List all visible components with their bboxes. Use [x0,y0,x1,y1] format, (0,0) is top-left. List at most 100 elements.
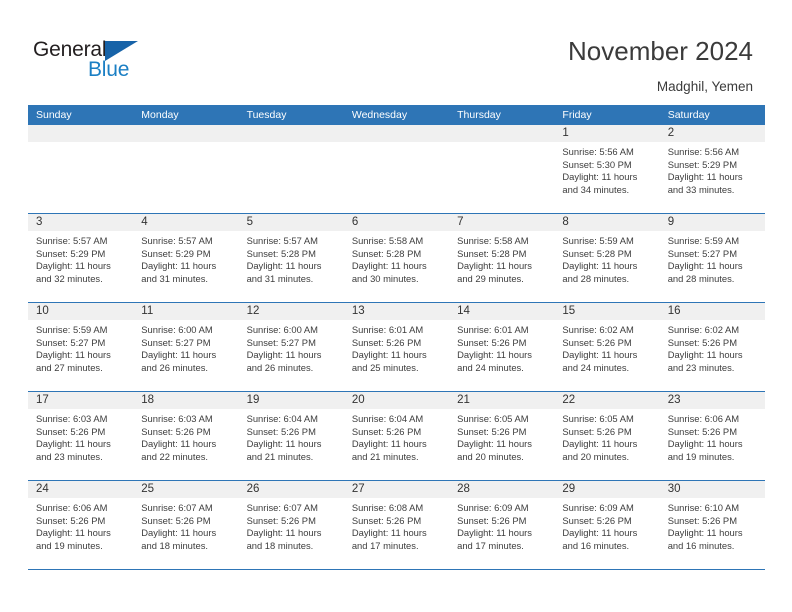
sunrise-text: Sunrise: 6:01 AM [351,324,424,335]
day-number: 19 [246,394,260,406]
sunrise-text: Sunrise: 6:05 AM [562,413,634,424]
weekday-friday: Friday [562,109,592,121]
day-sun-info: Sunrise: 6:09 AM Sunset: 5:26 PM Daylight:… [554,498,659,552]
sunset-text: Sunset: 5:26 PM [667,514,737,526]
sunset-text: Sunset: 5:27 PM [667,247,737,259]
sunrise-text: Sunrise: 6:07 AM [246,502,318,513]
day-number-band: 15 [554,303,660,320]
day-sun-info: Sunrise: 5:57 AM Sunset: 5:29 PM Daylight:… [133,231,238,285]
weekday-monday: Monday [141,109,179,121]
day-number: 9 [667,216,675,228]
day-number: 24 [36,483,49,495]
day-number: 7 [457,216,464,228]
daylight-text: Daylight: 11 hours and 29 minutes. [457,260,532,284]
sunrise-text: Sunrise: 6:04 AM [351,413,424,424]
day-number: 28 [457,483,470,495]
calendar-day-cell-empty [343,125,450,213]
calendar-day-cell[interactable]: 27 Sunrise: 6:08 AM Sunset: 5:26 PM Dayligh… [343,481,450,569]
calendar-day-cell[interactable]: 20 Sunrise: 6:04 AM Sunset: 5:26 PM Dayligh… [343,392,450,480]
calendar-day-cell[interactable]: 19 Sunrise: 6:04 AM Sunset: 5:26 PM Dayligh… [238,392,344,480]
calendar-day-cell[interactable]: 24 Sunrise: 6:06 AM Sunset: 5:26 PM Dayligh… [28,481,134,569]
calendar-day-cell[interactable]: 17 Sunrise: 6:03 AM Sunset: 5:26 PM Dayligh… [28,392,134,480]
day-sun-info: Sunrise: 5:59 AM Sunset: 5:27 PM Daylight:… [28,320,133,374]
calendar-week-row: 24 Sunrise: 6:06 AM Sunset: 5:26 PM Dayligh… [28,481,765,570]
sunset-text: Sunset: 5:26 PM [36,425,106,437]
daylight-text: Daylight: 11 hours and 24 minutes. [562,349,638,373]
calendar-day-cell[interactable]: 21 Sunrise: 6:05 AM Sunset: 5:26 PM Dayligh… [449,392,555,480]
calendar-day-cell[interactable]: 6 Sunrise: 5:58 AM Sunset: 5:28 PM Daylight… [343,214,450,302]
weekday-tuesday: Tuesday [246,109,287,121]
calendar-day-cell[interactable]: 14 Sunrise: 6:01 AM Sunset: 5:26 PM Dayligh… [449,303,555,391]
sunrise-text: Sunrise: 6:00 AM [141,324,213,335]
daylight-text: Daylight: 11 hours and 28 minutes. [562,260,638,284]
calendar-day-cell[interactable]: 12 Sunrise: 6:00 AM Sunset: 5:27 PM Dayligh… [238,303,344,391]
sunset-text: Sunset: 5:29 PM [667,158,737,170]
calendar-day-cell[interactable]: 3 Sunrise: 5:57 AM Sunset: 5:29 PM Daylight… [28,214,134,302]
day-number-band [343,125,450,142]
sunset-text: Sunset: 5:26 PM [457,514,527,526]
sunrise-text: Sunrise: 6:03 AM [36,413,108,424]
day-sun-info: Sunrise: 6:05 AM Sunset: 5:26 PM Daylight:… [449,409,554,463]
sunrise-text: Sunrise: 6:02 AM [562,324,634,335]
sunrise-text: Sunrise: 6:06 AM [667,413,740,424]
day-number-band: 22 [554,392,660,409]
day-number-band: 12 [238,303,344,320]
calendar-weekday-header: Sunday Monday Tuesday Wednesday Thursday… [28,105,765,125]
sunrise-text: Sunrise: 5:57 AM [141,235,213,246]
calendar-day-cell[interactable]: 4 Sunrise: 5:57 AM Sunset: 5:29 PM Daylight… [133,214,239,302]
daylight-text: Daylight: 11 hours and 20 minutes. [562,438,638,462]
daylight-text: Daylight: 11 hours and 17 minutes. [457,527,532,551]
day-number-band: 8 [554,214,660,231]
calendar-day-cell[interactable]: 1 Sunrise: 5:56 AM Sunset: 5:30 PM Daylight… [554,125,660,213]
daylight-text: Daylight: 11 hours and 31 minutes. [246,260,322,284]
calendar-week-row: 3 Sunrise: 5:57 AM Sunset: 5:29 PM Daylight… [28,214,765,303]
calendar-grid: Sunday Monday Tuesday Wednesday Thursday… [28,105,765,570]
sunset-text: Sunset: 5:27 PM [141,336,211,348]
day-number: 15 [562,305,576,317]
calendar-day-cell[interactable]: 30 Sunrise: 6:10 AM Sunset: 5:26 PM Dayligh… [659,481,765,569]
sunrise-text: Sunrise: 5:57 AM [36,235,108,246]
day-number: 5 [246,216,253,228]
daylight-text: Daylight: 11 hours and 26 minutes. [246,349,322,373]
calendar-day-cell[interactable]: 18 Sunrise: 6:03 AM Sunset: 5:26 PM Dayligh… [133,392,239,480]
day-number-band: 26 [238,481,344,498]
day-number-band: 29 [554,481,660,498]
calendar-day-cell[interactable]: 28 Sunrise: 6:09 AM Sunset: 5:26 PM Dayligh… [449,481,555,569]
brand-logo[interactable]: General Blue [33,38,173,84]
calendar-day-cell[interactable]: 23 Sunrise: 6:06 AM Sunset: 5:26 PM Dayligh… [659,392,765,480]
calendar-day-cell[interactable]: 8 Sunrise: 5:59 AM Sunset: 5:28 PM Daylight… [554,214,660,302]
calendar-day-cell[interactable]: 11 Sunrise: 6:00 AM Sunset: 5:27 PM Dayligh… [133,303,239,391]
sunset-text: Sunset: 5:26 PM [246,425,316,437]
calendar-week-row: 17 Sunrise: 6:03 AM Sunset: 5:26 PM Dayligh… [28,392,765,481]
daylight-text: Daylight: 11 hours and 16 minutes. [667,527,743,551]
daylight-text: Daylight: 11 hours and 31 minutes. [141,260,217,284]
day-number-band: 25 [133,481,239,498]
day-number-band: 3 [28,214,134,231]
calendar-day-cell[interactable]: 7 Sunrise: 5:58 AM Sunset: 5:28 PM Daylight… [449,214,555,302]
calendar-day-cell[interactable]: 2 Sunrise: 5:56 AM Sunset: 5:29 PM Daylight… [659,125,765,213]
sunrise-text: Sunrise: 6:07 AM [141,502,213,513]
day-number-band: 5 [238,214,344,231]
sunset-text: Sunset: 5:26 PM [351,425,422,437]
calendar-day-cell[interactable]: 10 Sunrise: 5:59 AM Sunset: 5:27 PM Dayligh… [28,303,134,391]
sunrise-text: Sunrise: 5:59 AM [562,235,634,246]
sunrise-text: Sunrise: 5:57 AM [246,235,318,246]
day-number-band: 17 [28,392,134,409]
calendar-day-cell[interactable]: 26 Sunrise: 6:07 AM Sunset: 5:26 PM Dayligh… [238,481,344,569]
day-sun-info: Sunrise: 6:00 AM Sunset: 5:27 PM Daylight:… [133,320,238,374]
sunset-text: Sunset: 5:27 PM [246,336,316,348]
calendar-day-cell[interactable]: 16 Sunrise: 6:02 AM Sunset: 5:26 PM Dayligh… [659,303,765,391]
sunrise-text: Sunrise: 6:05 AM [457,413,529,424]
calendar-day-cell[interactable]: 5 Sunrise: 5:57 AM Sunset: 5:28 PM Daylight… [238,214,344,302]
calendar-day-cell[interactable]: 25 Sunrise: 6:07 AM Sunset: 5:26 PM Dayligh… [133,481,239,569]
sunset-text: Sunset: 5:26 PM [457,425,527,437]
calendar-day-cell[interactable]: 9 Sunrise: 5:59 AM Sunset: 5:27 PM Daylight… [659,214,765,302]
calendar-day-cell[interactable]: 15 Sunrise: 6:02 AM Sunset: 5:26 PM Dayligh… [554,303,660,391]
day-sun-info: Sunrise: 6:01 AM Sunset: 5:26 PM Daylight:… [344,320,449,374]
day-number: 3 [36,216,43,228]
day-number-band: 16 [659,303,765,320]
calendar-day-cell[interactable]: 13 Sunrise: 6:01 AM Sunset: 5:26 PM Dayligh… [343,303,450,391]
day-number-band [133,125,239,142]
calendar-day-cell[interactable]: 22 Sunrise: 6:05 AM Sunset: 5:26 PM Dayligh… [554,392,660,480]
calendar-day-cell[interactable]: 29 Sunrise: 6:09 AM Sunset: 5:26 PM Dayligh… [554,481,660,569]
